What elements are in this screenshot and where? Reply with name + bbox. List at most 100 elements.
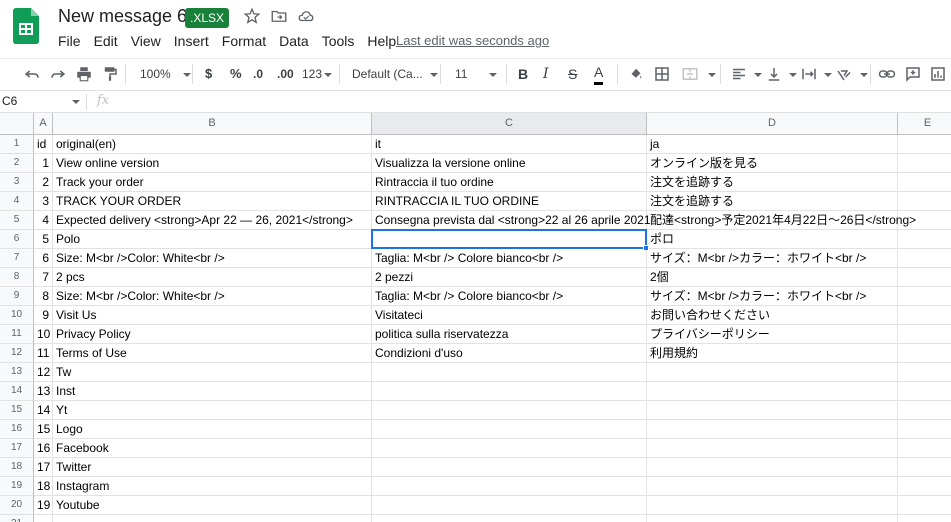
cell-c15[interactable] <box>372 401 647 420</box>
cell-b17[interactable]: Facebook <box>53 439 372 458</box>
row-header[interactable]: 6 <box>0 230 34 249</box>
cell-b13[interactable]: Tw <box>53 363 372 382</box>
cell-b4[interactable]: TRACK YOUR ORDER <box>53 192 372 211</box>
cell-d21[interactable] <box>647 515 898 522</box>
cell-b9[interactable]: Size: M<br />Color: White<br /> <box>53 287 372 306</box>
cell-b8[interactable]: 2 pcs <box>53 268 372 287</box>
cell-c11[interactable]: politica sulla riservatezza <box>372 325 647 344</box>
cell-a11[interactable]: 10 <box>34 325 53 344</box>
cell-d9[interactable]: サイズ：M<br />カラー：ホワイト<br /> <box>647 287 898 306</box>
cell-c16[interactable] <box>372 420 647 439</box>
row-header[interactable]: 2 <box>0 154 34 173</box>
cell-a3[interactable]: 2 <box>34 173 53 192</box>
cell-b11[interactable]: Privacy Policy <box>53 325 372 344</box>
row-header[interactable]: 12 <box>0 344 34 363</box>
chevron-down-icon[interactable] <box>708 73 716 77</box>
column-header-a[interactable]: A <box>34 113 53 135</box>
insert-chart-icon[interactable] <box>929 65 947 83</box>
chevron-down-icon[interactable] <box>824 73 832 77</box>
cell-c9[interactable]: Taglia: M<br /> Colore bianco<br /> <box>372 287 647 306</box>
cell-b1[interactable]: original(en) <box>53 135 372 154</box>
column-header-c[interactable]: C <box>372 113 647 135</box>
cell-e12[interactable] <box>898 344 951 363</box>
cell-e1[interactable] <box>898 135 951 154</box>
cell-b2[interactable]: View online version <box>53 154 372 173</box>
cell-e6[interactable] <box>898 230 951 249</box>
menu-help[interactable]: Help <box>367 33 396 51</box>
insert-link-icon[interactable] <box>878 65 896 83</box>
decrease-decimal-button[interactable]: .0 <box>253 64 263 84</box>
cell-d6[interactable]: ポロ <box>647 230 898 249</box>
star-icon[interactable] <box>243 7 261 25</box>
cell-d8[interactable]: 2個 <box>647 268 898 287</box>
cell-b20[interactable]: Youtube <box>53 496 372 515</box>
cell-c6[interactable] <box>372 230 647 249</box>
cell-d3[interactable]: 注文を追跡する <box>647 173 898 192</box>
cell-a4[interactable]: 3 <box>34 192 53 211</box>
cell-e7[interactable] <box>898 249 951 268</box>
cell-a2[interactable]: 1 <box>34 154 53 173</box>
row-header[interactable]: 1 <box>0 135 34 154</box>
cell-a7[interactable]: 6 <box>34 249 53 268</box>
cell-a12[interactable]: 11 <box>34 344 53 363</box>
menu-format[interactable]: Format <box>222 33 266 51</box>
merge-cells-icon[interactable] <box>681 65 699 83</box>
cell-b19[interactable]: Instagram <box>53 477 372 496</box>
cell-d18[interactable] <box>647 458 898 477</box>
font-family-select[interactable]: Default (Ca... <box>352 64 438 84</box>
cell-c21[interactable] <box>372 515 647 522</box>
vertical-align-icon[interactable] <box>765 65 783 83</box>
cell-a6[interactable]: 5 <box>34 230 53 249</box>
formula-input[interactable] <box>130 93 930 111</box>
menu-insert[interactable]: Insert <box>174 33 209 51</box>
cell-e9[interactable] <box>898 287 951 306</box>
cell-b12[interactable]: Terms of Use <box>53 344 372 363</box>
cell-c12[interactable]: Condizioni d'uso <box>372 344 647 363</box>
row-header[interactable]: 3 <box>0 173 34 192</box>
cell-a5[interactable]: 4 <box>34 211 53 230</box>
cell-a16[interactable]: 15 <box>34 420 53 439</box>
cell-d15[interactable] <box>647 401 898 420</box>
cell-e15[interactable] <box>898 401 951 420</box>
chevron-down-icon[interactable] <box>754 73 762 77</box>
cell-e10[interactable] <box>898 306 951 325</box>
cell-d4[interactable]: 注文を追跡する <box>647 192 898 211</box>
last-edit-link[interactable]: Last edit was seconds ago <box>396 33 549 48</box>
name-box[interactable]: C6 <box>0 94 82 108</box>
row-header[interactable]: 8 <box>0 268 34 287</box>
increase-decimal-button[interactable]: .00 <box>277 64 294 84</box>
cell-a13[interactable]: 12 <box>34 363 53 382</box>
row-header[interactable]: 11 <box>0 325 34 344</box>
cell-c19[interactable] <box>372 477 647 496</box>
cell-e3[interactable] <box>898 173 951 192</box>
print-icon[interactable] <box>75 65 93 83</box>
row-header[interactable]: 5 <box>0 211 34 230</box>
cell-a17[interactable]: 16 <box>34 439 53 458</box>
borders-icon[interactable] <box>653 65 671 83</box>
row-header[interactable]: 16 <box>0 420 34 439</box>
cell-c18[interactable] <box>372 458 647 477</box>
cell-d17[interactable] <box>647 439 898 458</box>
cell-b5[interactable]: Expected delivery <strong>Apr 22 — 26, 2… <box>53 211 372 230</box>
cell-c1[interactable]: it <box>372 135 647 154</box>
menu-edit[interactable]: Edit <box>94 33 118 51</box>
cell-a8[interactable]: 7 <box>34 268 53 287</box>
cell-a18[interactable]: 17 <box>34 458 53 477</box>
cell-d16[interactable] <box>647 420 898 439</box>
cloud-status-icon[interactable] <box>297 7 315 25</box>
cell-b15[interactable]: Yt <box>53 401 372 420</box>
more-formats-select[interactable]: 123 <box>302 64 333 84</box>
cell-a15[interactable]: 14 <box>34 401 53 420</box>
cell-c10[interactable]: Visitateci <box>372 306 647 325</box>
cell-e14[interactable] <box>898 382 951 401</box>
menu-tools[interactable]: Tools <box>322 33 355 51</box>
zoom-select[interactable]: 100% <box>140 64 191 84</box>
undo-icon[interactable] <box>23 65 41 83</box>
column-header-d[interactable]: D <box>647 113 898 135</box>
text-rotation-icon[interactable] <box>835 65 853 83</box>
cell-d13[interactable] <box>647 363 898 382</box>
cell-d11[interactable]: プライバシーポリシー <box>647 325 898 344</box>
row-header[interactable]: 10 <box>0 306 34 325</box>
cell-b6[interactable]: Polo <box>53 230 372 249</box>
cell-c2[interactable]: Visualizza la versione online <box>372 154 647 173</box>
